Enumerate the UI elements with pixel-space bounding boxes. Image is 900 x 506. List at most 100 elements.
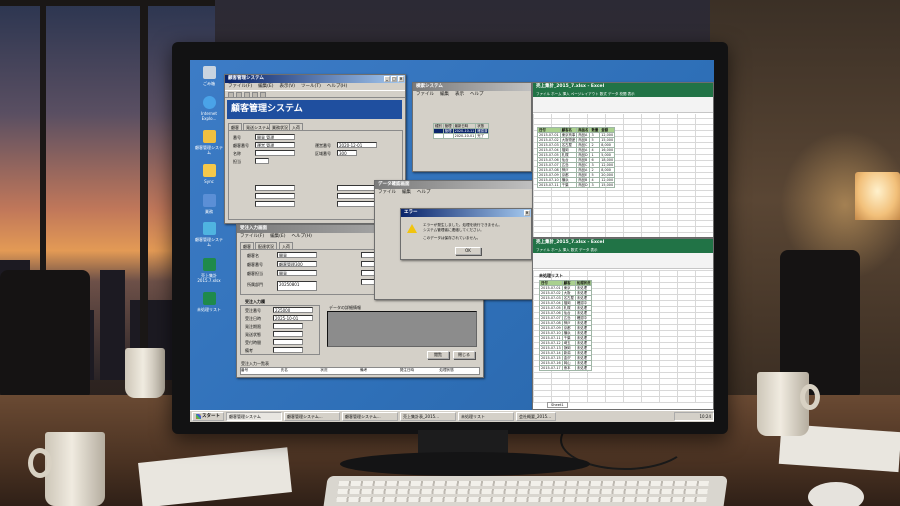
internet-explorer-icon[interactable]: Internet Explo... [194, 96, 224, 121]
table-cell[interactable]: 2015-07-13 [539, 345, 563, 351]
table-row[interactable]: 2015-07-16 岡山 未処理 [539, 360, 593, 366]
owner-field[interactable] [255, 158, 269, 164]
save-icon[interactable] [244, 92, 250, 98]
tab-arrival[interactable]: 入荷 [279, 242, 293, 249]
window-titlebar[interactable]: 売上集計_2015_7.xlsx - Excel [533, 83, 713, 91]
table-cell[interactable]: 2015-07-10 [539, 330, 563, 336]
table-row[interactable]: 2015-07-11 千葉 未処理 [539, 335, 593, 341]
table-cell[interactable]: 2015-07-08 [537, 167, 561, 173]
table-cell[interactable]: 2015-07-05 [539, 305, 563, 311]
deadline-field[interactable] [273, 323, 303, 329]
column-header[interactable]: 商品名 [576, 127, 591, 133]
folder-icon[interactable]: Sync [194, 164, 224, 184]
column-header[interactable]: 処理状況 [574, 280, 593, 286]
search-icon[interactable] [260, 92, 266, 98]
customer-number-field[interactable]: 運営 管理 [255, 142, 295, 148]
table-cell[interactable]: 2015-07-06 [539, 310, 563, 316]
app-icon[interactable]: 顧客管理システム [194, 130, 224, 155]
table-row[interactable]: 2015-07-11 千葉 商品D 3 15,000 [537, 182, 616, 188]
reception-time-field[interactable] [273, 339, 303, 345]
column-header[interactable]: 処理状態 [439, 368, 479, 374]
menu-file[interactable]: ファイル [378, 189, 396, 196]
table-cell[interactable]: 12,000 [599, 132, 616, 138]
table-cell[interactable]: 大阪物産 [559, 137, 578, 143]
taskbar-item[interactable]: 会社概要_2015... [516, 412, 556, 421]
order-date-field[interactable]: 2025-10-01 [273, 315, 313, 321]
tab-customer[interactable]: 顧客 [240, 242, 254, 249]
tab-delivery[interactable]: 配達状況 [255, 242, 277, 249]
table-cell[interactable]: 2015-07-04 [537, 147, 561, 153]
table-cell[interactable]: 20,000 [599, 172, 616, 178]
table-cell[interactable]: 商品D [576, 182, 591, 188]
table-cell[interactable]: 2015-07-08 [539, 320, 563, 326]
table-cell[interactable]: 2015-07-10 [537, 177, 561, 183]
ops-number-field[interactable]: 2020-12-01 [337, 142, 377, 148]
menu-help[interactable]: ヘルプ [470, 91, 484, 98]
table-cell[interactable]: 2015-07-09 [539, 325, 563, 331]
close-button[interactable]: × [524, 210, 530, 216]
number-field[interactable]: 開発 管理 [255, 134, 295, 140]
ribbon-tabs[interactable]: ファイル ホーム 挿入 数式 データ 表示 [533, 247, 713, 253]
menu-edit[interactable]: 編集 [440, 91, 449, 98]
table-row[interactable]: 2015-07-14 新潟 未処理 [539, 350, 593, 356]
table-row[interactable]: 2020-10-01 完了 [433, 133, 490, 139]
field[interactable] [337, 193, 377, 199]
table-cell[interactable]: 東京商事 [559, 132, 578, 138]
table-cell[interactable]: 2015-07-17 [539, 365, 563, 371]
table-cell[interactable]: 2015-07-14 [539, 350, 563, 356]
ribbon-tabs[interactable]: ファイル ホーム 挿入 ページレイアウト 数式 データ 校閲 表示 [533, 91, 713, 97]
customer-name-field[interactable]: 開発 [277, 252, 317, 258]
ship-status-field[interactable] [273, 331, 303, 337]
window-titlebar[interactable]: データ確認画面 [375, 181, 533, 189]
table-cell[interactable]: 2015-07-12 [539, 340, 563, 346]
table-row[interactable]: 2015-07-08 神戸 未処理 [539, 320, 593, 326]
field[interactable] [255, 193, 295, 199]
field[interactable] [255, 201, 295, 207]
table-row[interactable]: 2015-07-15 金沢 未処理 [539, 355, 593, 361]
table-cell[interactable]: 2015-07-06 [537, 157, 561, 163]
taskbar-item[interactable]: 未処理リスト [458, 412, 514, 421]
view-button[interactable]: 閲覧 [427, 351, 449, 359]
column-header[interactable]: 番号 [241, 368, 281, 374]
table-row[interactable]: 2015-07-17 熊本 未処理 [539, 365, 593, 371]
recycle-bin-icon[interactable]: ごみ箱 [194, 66, 224, 86]
taskbar-item[interactable]: 顧客管理システム [226, 412, 282, 421]
table-cell[interactable]: 2015-07-07 [537, 162, 561, 168]
table-row[interactable]: 2015-07-10 横浜 未処理 [539, 330, 593, 336]
table-row[interactable]: 2015-07-06 仙台 未処理 [539, 310, 593, 316]
table-cell[interactable]: 2015-07-09 [537, 172, 561, 178]
table-cell[interactable]: 2015-07-01 [537, 132, 561, 138]
table-cell[interactable]: 15,000 [599, 137, 616, 143]
menu-tools[interactable]: ツール(T) [301, 83, 321, 90]
dialog-titlebar[interactable]: エラー × [401, 209, 531, 217]
table-row[interactable]: 2015-07-04 福岡 確認中 [539, 300, 593, 306]
menu-help[interactable]: ヘルプ [417, 189, 431, 196]
table-cell[interactable]: 2015-07-04 [539, 300, 563, 306]
menu-edit[interactable]: 編集(E) [270, 233, 285, 240]
menu-file[interactable]: ファイル(F) [228, 83, 252, 90]
open-icon[interactable] [236, 92, 242, 98]
excel-file-icon[interactable]: 売上集計 2015.7.xlsx [194, 258, 224, 283]
table-row[interactable]: 2015-07-13 静岡 未処理 [539, 345, 593, 351]
excel-file-icon[interactable]: 未処理リスト [194, 292, 224, 312]
table-row[interactable]: 2015-07-02 大阪 未処理 [539, 290, 593, 296]
table-cell[interactable]: 未処理 [574, 365, 593, 371]
menu-file[interactable]: ファイル(F) [240, 233, 264, 240]
area-number-field[interactable]: 300 [337, 150, 357, 156]
tab-status[interactable]: 業務状況 [269, 123, 291, 130]
column-header[interactable]: 氏名 [281, 368, 321, 374]
maximize-button[interactable]: □ [391, 76, 397, 82]
table-cell[interactable]: 名古屋 [561, 295, 576, 301]
table-cell[interactable]: 商品D [576, 152, 591, 158]
tab-arrival[interactable]: 入荷 [289, 123, 303, 130]
close-button[interactable]: 閉じる [453, 351, 475, 359]
start-button[interactable]: スタート [192, 412, 224, 421]
new-icon[interactable] [228, 92, 234, 98]
table-row[interactable]: 2015-07-03 名古屋 未処理 [539, 295, 593, 301]
field[interactable] [255, 185, 295, 191]
field[interactable] [337, 201, 377, 207]
table-row[interactable]: 2015-07-09 京都 未処理 [539, 325, 593, 331]
menu-file[interactable]: ファイル [416, 91, 434, 98]
table-cell[interactable]: 2015-07-02 [539, 290, 563, 296]
table-cell[interactable]: 千葉 [559, 182, 578, 188]
